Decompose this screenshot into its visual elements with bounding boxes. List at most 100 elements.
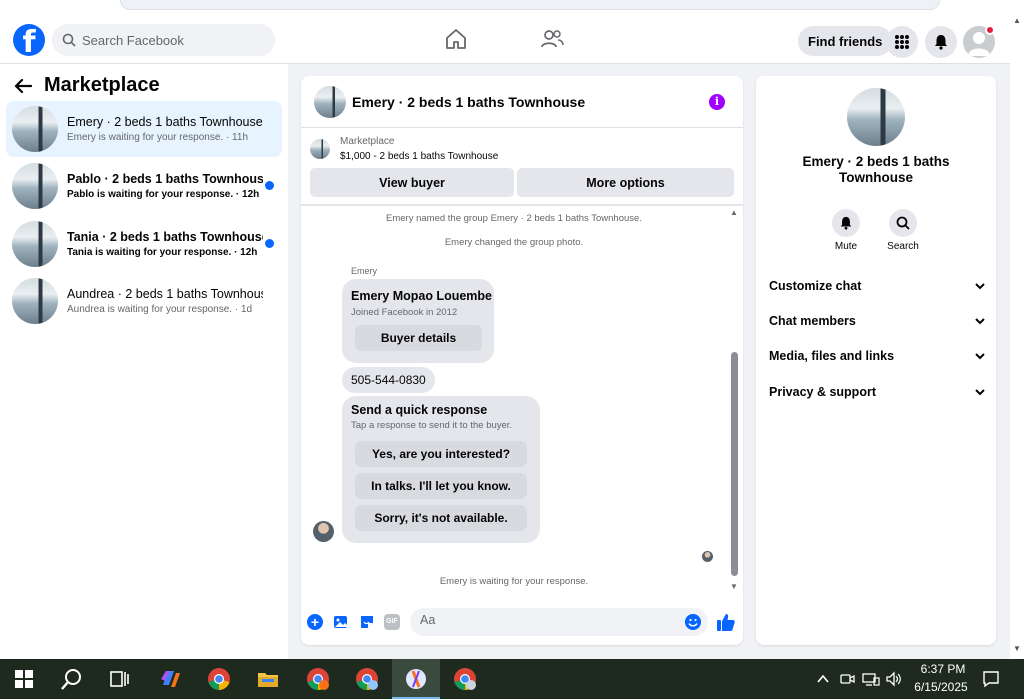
view-buyer-button[interactable]: View buyer bbox=[310, 168, 514, 197]
info-icon[interactable]: i bbox=[709, 94, 725, 110]
marketplace-conversation-list: Marketplace Emery · 2 beds 1 baths Townh… bbox=[0, 64, 288, 659]
message-input-box[interactable] bbox=[410, 608, 708, 636]
listing-thumbnail bbox=[12, 106, 58, 152]
home-icon[interactable] bbox=[444, 27, 468, 51]
gif-icon[interactable]: GIF bbox=[384, 614, 400, 630]
bell-icon bbox=[935, 35, 947, 50]
section-chat-members[interactable]: Chat members bbox=[769, 311, 985, 331]
friends-icon[interactable] bbox=[540, 27, 564, 51]
clock-time[interactable]: 6:37 PM bbox=[913, 662, 973, 676]
clock-date[interactable]: 6/15/2025 bbox=[908, 680, 974, 694]
scroll-down-arrow-icon[interactable]: ▼ bbox=[1013, 644, 1021, 653]
find-friends-button[interactable]: Find friends bbox=[798, 26, 893, 56]
message-input[interactable] bbox=[420, 613, 670, 627]
section-label: Privacy & support bbox=[769, 385, 876, 399]
buyer-name: Emery Mopao Louembe bbox=[351, 289, 492, 303]
conversation-item[interactable]: Emery · 2 beds 1 baths Townhouse Emery i… bbox=[6, 101, 282, 157]
search-input[interactable] bbox=[82, 32, 262, 48]
sticker-icon[interactable] bbox=[359, 614, 375, 630]
unread-dot bbox=[265, 181, 274, 190]
search-icon[interactable] bbox=[60, 667, 84, 691]
section-label: Customize chat bbox=[769, 279, 862, 293]
chrome-profile-icon[interactable] bbox=[355, 667, 379, 691]
search-icon bbox=[896, 216, 910, 230]
section-label: Chat members bbox=[769, 314, 856, 328]
more-options-button[interactable]: More options bbox=[517, 168, 734, 197]
windows-taskbar: 6:37 PM 6/15/2025 bbox=[0, 659, 1024, 699]
chrome-icon[interactable] bbox=[207, 667, 231, 691]
scroll-up-arrow-icon[interactable]: ▲ bbox=[730, 208, 738, 217]
conversation-subtitle: Tania is waiting for your response. · 12… bbox=[67, 247, 258, 258]
chat-thumbnail[interactable] bbox=[314, 85, 346, 118]
file-explorer-icon[interactable] bbox=[256, 667, 280, 691]
listing-thumbnail bbox=[310, 139, 330, 159]
listing-summary[interactable]: Marketplace $1,000 - 2 beds 1 baths Town… bbox=[310, 136, 498, 162]
conversation-item[interactable]: Aundrea · 2 beds 1 baths Townhouse Aundr… bbox=[6, 273, 282, 329]
chat-title[interactable]: Emery · 2 beds 1 baths Townhouse bbox=[352, 94, 585, 110]
chrome-profile-icon[interactable] bbox=[306, 667, 330, 691]
chevron-up-icon[interactable] bbox=[816, 672, 830, 686]
listing-price-title: $1,000 - 2 beds 1 baths Townhouse bbox=[340, 151, 499, 162]
top-navigation-bar: f Find friends bbox=[0, 14, 1010, 64]
quick-response-option[interactable]: In talks. I'll let you know. bbox=[355, 473, 527, 499]
emoji-icon[interactable] bbox=[685, 614, 701, 630]
quick-response-option[interactable]: Yes, are you interested? bbox=[355, 441, 527, 467]
system-message: Emery named the group Emery · 2 beds 1 b… bbox=[386, 213, 642, 224]
back-arrow-icon[interactable] bbox=[14, 78, 32, 94]
network-icon[interactable] bbox=[862, 671, 880, 687]
copilot-icon[interactable] bbox=[158, 667, 182, 691]
notification-dot bbox=[985, 25, 995, 35]
volume-icon[interactable] bbox=[885, 671, 903, 687]
facebook-logo-icon[interactable]: f bbox=[13, 24, 45, 56]
active-app-highlight[interactable] bbox=[392, 659, 440, 699]
search-icon bbox=[62, 33, 76, 47]
windows-start-icon[interactable] bbox=[12, 667, 36, 691]
message-composer: + GIF bbox=[301, 606, 743, 638]
mute-label: Mute bbox=[834, 241, 858, 252]
notification-center-icon[interactable] bbox=[982, 670, 1000, 688]
section-media-files-links[interactable]: Media, files and links bbox=[769, 346, 985, 366]
chevron-down-icon bbox=[975, 352, 985, 359]
section-privacy-support[interactable]: Privacy & support bbox=[769, 382, 985, 402]
buyer-details-button[interactable]: Buyer details bbox=[355, 325, 482, 351]
scroll-down-arrow-icon[interactable]: ▼ bbox=[730, 582, 738, 591]
browser-address-bar-sliver bbox=[0, 0, 1024, 14]
scrollbar-thumb[interactable] bbox=[731, 352, 738, 576]
photo-icon[interactable] bbox=[333, 614, 349, 630]
quick-response-option[interactable]: Sorry, it's not available. bbox=[355, 505, 527, 531]
unread-dot bbox=[265, 239, 274, 248]
quick-response-card: Send a quick response Tap a response to … bbox=[342, 396, 540, 543]
menu-button[interactable] bbox=[886, 26, 918, 58]
page-scrollbar[interactable]: ▲ ▼ bbox=[1010, 14, 1024, 659]
chevron-down-icon bbox=[975, 282, 985, 289]
quick-response-subtitle: Tap a response to send it to the buyer. bbox=[351, 420, 513, 431]
task-view-icon[interactable] bbox=[108, 667, 132, 691]
chrome-profile-icon[interactable] bbox=[453, 667, 477, 691]
bell-icon bbox=[840, 216, 852, 230]
buyer-joined: Joined Facebook in 2012 bbox=[351, 307, 458, 318]
section-customize-chat[interactable]: Customize chat bbox=[769, 276, 985, 296]
buyer-card: Emery Mopao Louembe Joined Facebook in 2… bbox=[342, 279, 494, 363]
conversation-subtitle: Pablo is waiting for your response. · 12… bbox=[67, 189, 260, 200]
plus-icon[interactable]: + bbox=[307, 614, 323, 630]
thumbs-up-icon[interactable] bbox=[716, 612, 736, 632]
search-box[interactable] bbox=[52, 24, 275, 56]
mute-button[interactable]: Mute bbox=[826, 209, 866, 252]
scroll-up-arrow-icon[interactable]: ▲ bbox=[1013, 16, 1021, 25]
search-in-chat-button[interactable]: Search bbox=[883, 209, 923, 252]
meet-now-icon[interactable] bbox=[839, 671, 855, 687]
system-message: Emery changed the group photo. bbox=[444, 237, 584, 248]
seen-indicator-avatar bbox=[702, 551, 713, 562]
chevron-down-icon bbox=[975, 317, 985, 324]
conversation-title: Tania · 2 beds 1 baths Townhouse bbox=[67, 230, 263, 244]
search-label: Search bbox=[887, 241, 919, 252]
group-photo[interactable] bbox=[847, 88, 905, 146]
waiting-status: Emery is waiting for your response. bbox=[439, 576, 589, 587]
sender-avatar[interactable] bbox=[313, 521, 334, 542]
listing-thumbnail bbox=[12, 278, 58, 324]
chat-scrollbar[interactable]: ▲ ▼ bbox=[730, 206, 740, 596]
listing-thumbnail bbox=[12, 163, 58, 209]
notifications-button[interactable] bbox=[925, 26, 957, 58]
conversation-item[interactable]: Pablo · 2 beds 1 baths Townhouse Pablo i… bbox=[6, 158, 282, 214]
conversation-item[interactable]: Tania · 2 beds 1 baths Townhouse Tania i… bbox=[6, 216, 282, 272]
